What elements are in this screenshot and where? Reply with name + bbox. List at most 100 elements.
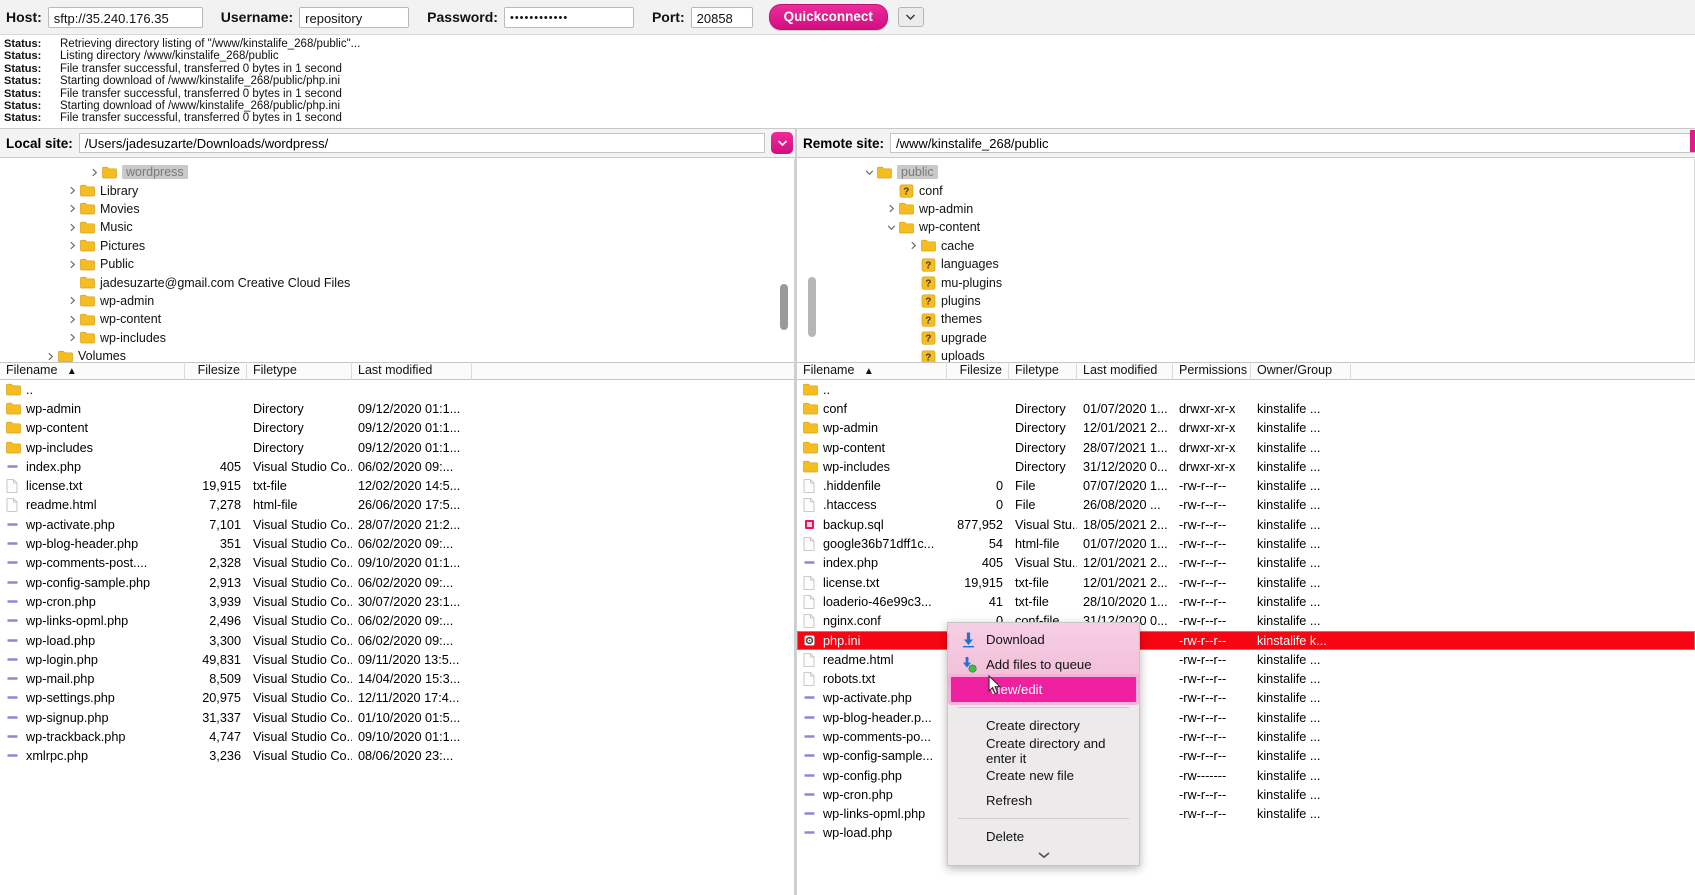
context-menu-item[interactable]: Create directory	[948, 713, 1139, 738]
context-menu-item[interactable]: Create new file	[948, 763, 1139, 788]
password-input[interactable]: ••••••••••••	[503, 6, 634, 28]
table-row[interactable]: wp-config.php021 1...-rw-------kinstalif…	[797, 766, 1695, 785]
table-row[interactable]: wp-blog-header.php 351 Visual Studio Co...…	[0, 534, 794, 553]
tree-node[interactable]: Volumes	[0, 347, 794, 362]
table-row[interactable]: wp-mail.php 8,509 Visual Studio Co... 14/04…	[0, 669, 794, 688]
local-tree-scrollbar[interactable]	[780, 284, 788, 330]
table-row[interactable]: .hiddenfile 0 File 07/07/2020 1... -rw-r--r-…	[797, 476, 1695, 495]
tree-node[interactable]: wp-admin	[797, 200, 1694, 218]
table-row[interactable]: wp-trackback.php 4,747 Visual Studio Co...…	[0, 727, 794, 746]
chevron-right-icon[interactable]	[66, 258, 78, 270]
context-menu-item[interactable]: View/edit	[951, 677, 1136, 702]
chevron-right-icon[interactable]	[66, 295, 78, 307]
table-row[interactable]: wp-links-opml.php21 2...-rw-r--r--kinsta…	[797, 805, 1695, 824]
table-row[interactable]: ..	[0, 380, 794, 399]
quickconnect-history-dropdown[interactable]	[897, 7, 924, 27]
table-row[interactable]: robots.txt021 2...-rw-r--r--kinstalife .…	[797, 669, 1695, 688]
context-menu-more-button[interactable]	[948, 849, 1139, 859]
tree-node[interactable]: cache	[797, 237, 1694, 255]
table-row[interactable]: license.txt 19,915 txt-file 12/02/2020 14:5…	[0, 476, 794, 495]
table-row[interactable]: conf Directory 01/07/2020 1... drwxr-xr-x ki…	[797, 399, 1695, 418]
local-file-list[interactable]: Filename ▲ Filesize Filetype Last modifi…	[0, 362, 795, 895]
context-menu-item[interactable]: Delete	[948, 824, 1139, 849]
tree-node[interactable]: Public	[0, 255, 794, 273]
chevron-right-icon[interactable]	[907, 240, 919, 252]
column-header-last-modified[interactable]: Last modified	[352, 362, 472, 380]
tree-node[interactable]: wp-content	[797, 218, 1694, 236]
table-row[interactable]: wp-includes Directory 31/12/2020 0... drwxr…	[797, 457, 1695, 476]
file-context-menu[interactable]: Download Add files to queue View/edit Creat…	[947, 622, 1140, 866]
table-row[interactable]: loaderio-46e99c3... 41 txt-file 28/10/2020 …	[797, 592, 1695, 611]
local-directory-tree[interactable]: wordpress Library Movies Music Pictures Publi…	[0, 159, 795, 362]
table-row[interactable]: wp-comments-post.... 2,328 Visual Studio C…	[0, 554, 794, 573]
tree-node[interactable]: Music	[0, 218, 794, 236]
table-row[interactable]: wp-comments-po...21 2...-rw-r--r--kinsta…	[797, 727, 1695, 746]
port-input[interactable]: 20858	[690, 6, 753, 28]
chevron-right-icon[interactable]	[66, 221, 78, 233]
tree-node[interactable]: wp-content	[0, 310, 794, 328]
table-row[interactable]: wp-load.php 3,300 Visual Studio Co... 06/02…	[0, 631, 794, 650]
table-row[interactable]: .htaccess 0 File 26/08/2020 ... -rw-r--r-- ki…	[797, 496, 1695, 515]
tree-node[interactable]: ? uploads	[797, 347, 1694, 362]
table-row[interactable]: php.ini021 1...-rw-r--r--kinstalife k...	[797, 630, 1695, 651]
table-row[interactable]: wp-activate.php21 2...-rw-r--r--kinstali…	[797, 689, 1695, 708]
local-site-dropdown-button[interactable]	[771, 132, 793, 154]
tree-node[interactable]: Pictures	[0, 237, 794, 255]
table-row[interactable]: wp-activate.php 7,101 Visual Studio Co... 2…	[0, 515, 794, 534]
table-row[interactable]: wp-load.php21 2...	[797, 824, 1695, 843]
table-row[interactable]: wp-admin Directory 09/12/2020 01:1...	[0, 399, 794, 418]
remote-file-list[interactable]: Filename ▲ Filesize Filetype Last modifi…	[797, 362, 1695, 895]
table-row[interactable]: backup.sql 877,952 Visual Stu... 18/05/2021…	[797, 515, 1695, 534]
table-row[interactable]: xmlrpc.php 3,236 Visual Studio Co... 08/06/…	[0, 747, 794, 766]
chevron-right-icon[interactable]	[66, 240, 78, 252]
table-row[interactable]: wp-config-sample.php 2,913 Visual Studio C…	[0, 573, 794, 592]
tree-node[interactable]: jadesuzarte@gmail.com Creative Cloud Fil…	[0, 273, 794, 291]
column-header-filetype[interactable]: Filetype	[247, 362, 352, 380]
context-menu-item[interactable]: Create directory and enter it	[948, 736, 1139, 766]
table-row[interactable]: wp-cron.php21 2...-rw-r--r--kinstalife .…	[797, 785, 1695, 804]
table-row[interactable]: wp-config-sample...21 2...-rw-r--r--kins…	[797, 747, 1695, 766]
quickconnect-button[interactable]: Quickconnect	[768, 4, 888, 30]
table-row[interactable]: ..	[797, 380, 1695, 399]
tree-node[interactable]: wordpress	[0, 163, 794, 181]
chevron-down-icon[interactable]	[885, 221, 897, 233]
column-header-last-modified[interactable]: Last modified	[1077, 362, 1173, 380]
chevron-right-icon[interactable]	[885, 203, 897, 215]
remote-tree-scrollbar[interactable]	[808, 277, 816, 337]
tree-node[interactable]: ? conf	[797, 181, 1694, 199]
remote-directory-tree[interactable]: public? conf wp-admin wp-content cache? langu…	[797, 159, 1695, 362]
table-row[interactable]: google36b71dff1c... 54 html-file 01/07/2020…	[797, 534, 1695, 553]
tree-node[interactable]: wp-admin	[0, 292, 794, 310]
chevron-right-icon[interactable]	[66, 332, 78, 344]
table-row[interactable]: wp-admin Directory 12/01/2021 2... drwxr-xr…	[797, 419, 1695, 438]
status-log[interactable]: Status: Retrieving directory listing of "…	[0, 35, 1695, 127]
context-menu-item[interactable]: Download	[948, 627, 1139, 652]
column-header-filesize[interactable]: Filesize	[185, 362, 247, 380]
tree-node[interactable]: ? languages	[797, 255, 1694, 273]
table-row[interactable]: wp-links-opml.php 2,496 Visual Studio Co..…	[0, 612, 794, 631]
table-row[interactable]: wp-signup.php 31,337 Visual Studio Co... 01…	[0, 708, 794, 727]
table-row[interactable]: wp-includes Directory 09/12/2020 01:1...	[0, 438, 794, 457]
table-row[interactable]: wp-content Directory 09/12/2020 01:1...	[0, 419, 794, 438]
table-row[interactable]: readme.html21 2...-rw-r--r--kinstalife .…	[797, 650, 1695, 669]
table-row[interactable]: readme.html 7,278 html-file 26/06/2020 17:5…	[0, 496, 794, 515]
table-row[interactable]: wp-settings.php 20,975 Visual Studio Co...…	[0, 689, 794, 708]
chevron-right-icon[interactable]	[66, 185, 78, 197]
column-header-owner-group[interactable]: Owner/Group	[1251, 362, 1351, 380]
remote-site-path-input[interactable]: /www/kinstalife_268/public	[890, 133, 1695, 153]
chevron-down-icon[interactable]	[863, 166, 875, 178]
tree-node[interactable]: ? plugins	[797, 292, 1694, 310]
column-header-filename[interactable]: Filename ▲	[797, 362, 947, 380]
table-row[interactable]: license.txt 19,915 txt-file 12/01/2021 2...…	[797, 573, 1695, 592]
username-input[interactable]: repository	[299, 6, 410, 28]
tree-node[interactable]: wp-includes	[0, 329, 794, 347]
column-header-permissions[interactable]: Permissions	[1173, 362, 1251, 380]
tree-node[interactable]: Movies	[0, 200, 794, 218]
tree-node[interactable]: ? themes	[797, 310, 1694, 328]
tree-node[interactable]: ? upgrade	[797, 329, 1694, 347]
context-menu-item[interactable]: Refresh	[948, 788, 1139, 813]
column-header-filename[interactable]: Filename ▲	[0, 362, 185, 380]
tree-node[interactable]: Library	[0, 181, 794, 199]
column-header-filesize[interactable]: Filesize	[947, 362, 1009, 380]
chevron-right-icon[interactable]	[44, 350, 56, 362]
